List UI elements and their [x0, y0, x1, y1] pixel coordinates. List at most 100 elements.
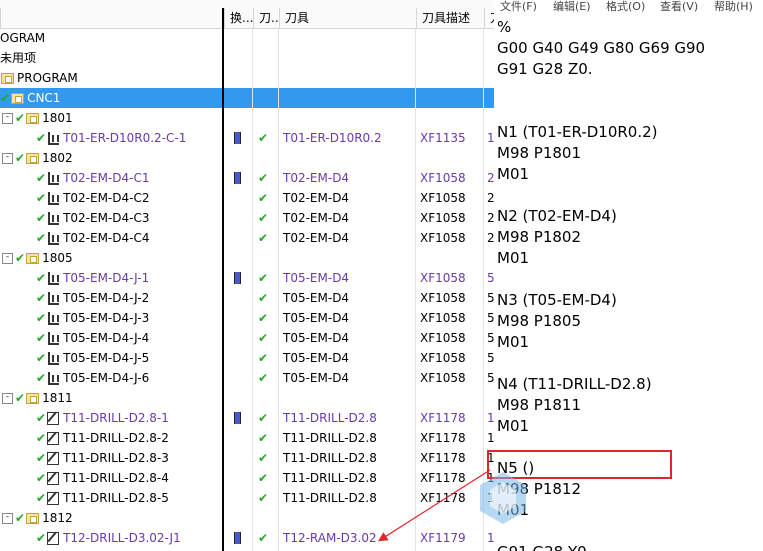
tool-check-icon: ✔	[258, 371, 269, 385]
operation-icon	[47, 292, 60, 305]
column-header-0[interactable]	[0, 8, 224, 28]
tool-desc-cell: XF1058	[420, 271, 466, 285]
tool-desc-cell: XF1178	[420, 451, 466, 465]
code-line: N4 (T11-DRILL-D2.8)	[497, 375, 652, 393]
tree-row[interactable]: ✔ CNC1	[0, 88, 494, 108]
tree-row[interactable]: - ✔ 1812	[0, 508, 494, 528]
folder-icon	[1, 73, 14, 84]
tool-name-cell: T02-EM-D4	[283, 211, 350, 225]
tree-row[interactable]: - ✔ 1811	[0, 388, 494, 408]
checkmark-icon: ✔	[36, 471, 47, 485]
operation-icon	[47, 192, 60, 205]
checkmark-icon: ✔	[36, 531, 47, 545]
folder-icon	[26, 253, 40, 264]
tool-name-cell: T05-EM-D4	[283, 271, 350, 285]
column-header-2[interactable]: 刀...	[253, 8, 279, 28]
folder-icon	[26, 393, 40, 404]
tree-row[interactable]: ✔ T05-EM-D4-J-1 ✔ T05-EM-D4 XF1058 5	[0, 268, 494, 288]
tool-change-icon	[234, 172, 241, 184]
tree-row[interactable]: ✔ T02-EM-D4-C3 ✔ T02-EM-D4 XF1058 2	[0, 208, 494, 228]
tree-row[interactable]: ✔ T11-DRILL-D2.8-2 ✔ T11-DRILL-D2.8 XF1178 1	[0, 428, 494, 448]
collapse-toggle-icon[interactable]: -	[2, 113, 13, 124]
tree-row[interactable]: ✔ T11-DRILL-D2.8-4 ✔ T11-DRILL-D2.8 XF1178 1	[0, 468, 494, 488]
column-header-5[interactable]: 刀	[484, 8, 494, 28]
tool-change-icon	[234, 132, 241, 144]
menu-item-0[interactable]: 文件(F)	[500, 0, 537, 14]
tool-num-cell: 5	[487, 311, 494, 325]
operation-icon	[47, 272, 60, 285]
tree-row[interactable]: PROGRAM	[0, 68, 494, 88]
tree-row[interactable]: ✔ T02-EM-D4-C2 ✔ T02-EM-D4 XF1058 2	[0, 188, 494, 208]
collapse-toggle-icon[interactable]: -	[2, 253, 13, 264]
tool-name-cell: T12-RAM-D3.02	[283, 531, 377, 545]
column-header-4[interactable]: 刀具描述	[416, 8, 484, 28]
tool-num-cell: 5	[487, 331, 494, 345]
tree-item-label: T11-DRILL-D2.8-2	[63, 431, 169, 445]
tree-row[interactable]: OGRAM	[0, 28, 494, 48]
tool-desc-cell: XF1058	[420, 351, 466, 365]
code-line: M01	[497, 165, 530, 183]
tree-row[interactable]: ✔ T11-DRILL-D2.8-1 ✔ T11-DRILL-D2.8 XF1178 1	[0, 408, 494, 428]
tree-item-label: 1801	[42, 111, 73, 125]
checkmark-icon: ✔	[15, 511, 26, 525]
tree-item-label: CNC1	[27, 91, 61, 105]
column-splitter[interactable]	[222, 8, 224, 551]
menu-item-4[interactable]: 帮助(H)	[714, 0, 753, 14]
tool-name-cell: T11-DRILL-D2.8	[283, 471, 377, 485]
editor-menubar: 文件(F) 编辑(E) 格式(O) 查看(V) 帮助(H)	[494, 0, 763, 15]
tool-num-cell: 5	[487, 271, 494, 285]
collapse-toggle-icon[interactable]: -	[2, 513, 13, 524]
tool-name-cell: T11-DRILL-D2.8	[283, 411, 377, 425]
checkmark-icon: ✔	[36, 311, 47, 325]
column-header: 换...刀...刀具刀具描述刀	[0, 8, 494, 29]
tree-item-label: OGRAM	[0, 31, 46, 45]
tree-row[interactable]: 未用项	[0, 48, 494, 68]
tool-check-icon: ✔	[258, 411, 269, 425]
tree-row[interactable]: ✔ T01-ER-D10R0.2-C-1 ✔ T01-ER-D10R0.2 XF1135…	[0, 128, 494, 148]
tree-row[interactable]: ✔ T02-EM-D4-C4 ✔ T02-EM-D4 XF1058 2	[0, 228, 494, 248]
checkmark-icon: ✔	[36, 331, 47, 345]
operation-icon	[47, 232, 60, 245]
tree-row[interactable]: ✔ T05-EM-D4-J-2 ✔ T05-EM-D4 XF1058 5	[0, 288, 494, 308]
code-line: G91 G28 Z0.	[497, 60, 593, 78]
tool-desc-cell: XF1058	[420, 211, 466, 225]
tree-row[interactable]: - ✔ 1802	[0, 148, 494, 168]
tool-check-icon: ✔	[258, 211, 269, 225]
tree-row[interactable]: ✔ T05-EM-D4-J-4 ✔ T05-EM-D4 XF1058 5	[0, 328, 494, 348]
column-header-1[interactable]: 换...	[224, 8, 253, 28]
checkmark-icon: ✔	[36, 411, 47, 425]
tree-row[interactable]: ✔ T02-EM-D4-C1 ✔ T02-EM-D4 XF1058 2	[0, 168, 494, 188]
tree-item-label: T02-EM-D4-C2	[63, 191, 150, 205]
tree-row[interactable]: - ✔ 1805	[0, 248, 494, 268]
tool-desc-cell: XF1058	[420, 371, 466, 385]
tool-num-cell: 1	[487, 531, 494, 545]
collapse-toggle-icon[interactable]: -	[2, 153, 13, 164]
code-line: M98 P1802	[497, 228, 582, 246]
tool-num-cell: 1	[487, 131, 494, 145]
column-header-3[interactable]: 刀具	[279, 8, 416, 28]
code-line: M01	[497, 333, 530, 351]
checkmark-icon: ✔	[36, 451, 47, 465]
menu-item-3[interactable]: 查看(V)	[660, 0, 698, 14]
code-line: N1 (T01-ER-D10R0.2)	[497, 123, 658, 141]
tree-row[interactable]: - ✔ 1801	[0, 108, 494, 128]
menu-item-1[interactable]: 编辑(E)	[553, 0, 591, 14]
tool-num-cell: 5	[487, 291, 494, 305]
tree-item-label: T11-DRILL-D2.8-3	[63, 451, 169, 465]
tree-row[interactable]: ✔ T11-DRILL-D2.8-3 ✔ T11-DRILL-D2.8 XF1178 1	[0, 448, 494, 468]
tool-name-cell: T05-EM-D4	[283, 331, 350, 345]
tool-name-cell: T02-EM-D4	[283, 191, 350, 205]
tree-row[interactable]: ✔ T12-DRILL-D3.02-J1 ✔ T12-RAM-D3.02 XF1179 1	[0, 528, 494, 548]
tool-check-icon: ✔	[258, 271, 269, 285]
tree-row[interactable]: ✔ T05-EM-D4-J-3 ✔ T05-EM-D4 XF1058 5	[0, 308, 494, 328]
tool-num-cell: 2	[487, 191, 494, 205]
menu-item-2[interactable]: 格式(O)	[606, 0, 645, 14]
collapse-toggle-icon[interactable]: -	[2, 393, 13, 404]
tree-row[interactable]: ✔ T05-EM-D4-J-5 ✔ T05-EM-D4 XF1058 5	[0, 348, 494, 368]
operation-icon	[47, 212, 60, 225]
tree-row[interactable]: ✔T11-DRILL-D2.8-5✔T11-DRILL-D2.8XF11781	[0, 488, 494, 508]
tool-check-icon: ✔	[258, 191, 269, 205]
checkmark-icon: ✔	[36, 431, 47, 445]
tree-row[interactable]: ✔ T05-EM-D4-J-6 ✔ T05-EM-D4 XF1058 5	[0, 368, 494, 388]
tool-name-cell: T05-EM-D4	[283, 311, 350, 325]
